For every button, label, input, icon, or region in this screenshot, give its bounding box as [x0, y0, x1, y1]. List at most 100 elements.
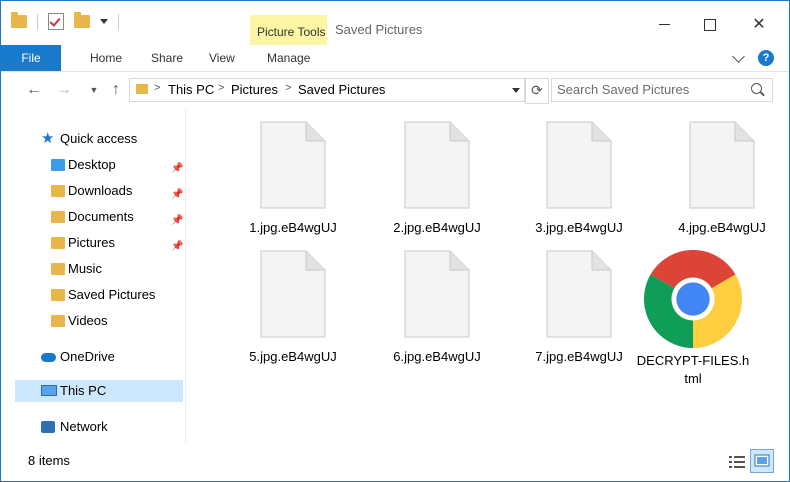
blank-file-icon [404, 121, 470, 209]
customize-toolbar-chevron-icon[interactable] [100, 19, 108, 24]
large-icons-view-icon [754, 454, 770, 467]
folder-blue-icon [51, 159, 65, 171]
pin-icon: 📌 [171, 241, 184, 252]
breadcrumb-saved-pictures[interactable]: Saved Pictures [298, 82, 385, 97]
pin-icon: 📌 [171, 163, 184, 174]
breadcrumb-separator[interactable]: > [154, 82, 160, 94]
navigation-pane: ★ Quick access Desktop 📌 Downloads 📌 Doc… [1, 109, 186, 444]
maximize-button[interactable] [687, 11, 733, 39]
blank-file-icon [546, 121, 612, 209]
file-item[interactable]: 2.jpg.eB4wgUJ [373, 121, 501, 237]
sidebar-item-saved-pictures[interactable]: Saved Pictures [1, 284, 185, 306]
picture-tools-label: Picture Tools [257, 25, 326, 39]
details-view-icon [729, 456, 745, 468]
up-button[interactable]: ↑ [105, 79, 127, 101]
tab-view[interactable]: View [209, 45, 235, 71]
sidebar-item-label: Documents [68, 209, 134, 224]
sidebar-item-label: Videos [68, 313, 108, 328]
arrow-right-icon: → [56, 81, 72, 98]
quick-access-toolbar [11, 12, 119, 30]
expand-ribbon-chevron-icon[interactable] [732, 50, 745, 63]
chevron-down-icon: ▼ [89, 85, 99, 95]
file-item[interactable]: 1.jpg.eB4wgUJ [229, 121, 357, 237]
details-view-button[interactable] [727, 453, 747, 471]
pin-icon: 📌 [171, 215, 184, 226]
search-box[interactable] [551, 78, 773, 102]
sidebar-item-videos[interactable]: Videos [1, 310, 185, 332]
blank-file-icon [260, 121, 326, 209]
arrow-left-icon: ← [26, 81, 42, 98]
address-history-chevron-icon[interactable] [512, 88, 520, 93]
breadcrumb-separator[interactable]: > [285, 82, 291, 94]
address-row: ← → ▼ ↑ > This PC > Pictures > Saved Pic… [1, 72, 789, 108]
title-bar: Picture Tools Saved Pictures ✕ [1, 1, 789, 45]
minimize-icon [658, 24, 670, 26]
refresh-icon: ⟳ [531, 82, 543, 98]
file-item[interactable]: 6.jpg.eB4wgUJ [373, 250, 501, 366]
search-icon [751, 83, 762, 94]
file-name: 2.jpg.eB4wgUJ [393, 220, 481, 235]
breadcrumb-pictures[interactable]: Pictures [231, 82, 278, 97]
minimize-button[interactable] [641, 11, 687, 39]
sidebar-item-label: This PC [60, 383, 107, 398]
sidebar-item-label: Music [68, 261, 102, 276]
sidebar-item-desktop[interactable]: Desktop 📌 [1, 154, 185, 176]
sidebar-item-music[interactable]: Music [1, 258, 185, 280]
sidebar-item-label: Pictures [68, 235, 115, 250]
tab-manage[interactable]: Manage [267, 45, 310, 71]
recent-locations-button[interactable]: ▼ [83, 79, 105, 101]
ribbon-tabs: File Home Share View Manage ? [1, 45, 789, 72]
large-icons-view-button[interactable] [750, 449, 774, 473]
folder-icon [136, 84, 148, 94]
help-icon[interactable]: ? [758, 50, 774, 66]
forward-button[interactable]: → [53, 79, 75, 101]
breadcrumb-separator[interactable]: > [218, 82, 224, 94]
blank-file-icon [689, 121, 755, 209]
refresh-button[interactable]: ⟳ [525, 78, 549, 104]
breadcrumb-this-pc[interactable]: This PC [168, 82, 214, 97]
file-item[interactable]: 5.jpg.eB4wgUJ [229, 250, 357, 366]
file-item[interactable]: 3.jpg.eB4wgUJ [515, 121, 643, 237]
music-folder-icon [51, 263, 65, 275]
file-list: 1.jpg.eB4wgUJ 2.jpg.eB4wgUJ 3.jpg.eB4wgU… [187, 109, 789, 444]
blank-file-icon [546, 250, 612, 338]
sidebar-item-label: Downloads [68, 183, 133, 198]
star-icon: ★ [41, 130, 55, 147]
blank-file-icon [404, 250, 470, 338]
close-button[interactable]: ✕ [736, 11, 782, 39]
sidebar-item-pictures[interactable]: Pictures 📌 [1, 232, 185, 254]
file-item[interactable]: 7.jpg.eB4wgUJ [515, 250, 643, 366]
sidebar-item-label: Network [60, 419, 108, 434]
sidebar-item-downloads[interactable]: Downloads 📌 [1, 180, 185, 202]
file-name: 5.jpg.eB4wgUJ [249, 349, 337, 364]
status-bar: 8 items [1, 447, 789, 481]
folder-icon [51, 289, 65, 301]
sidebar-item-onedrive[interactable]: OneDrive [1, 346, 185, 368]
sidebar-item-label: Quick access [60, 131, 138, 146]
documents-folder-icon [51, 211, 65, 223]
file-name: 1.jpg.eB4wgUJ [249, 220, 337, 235]
sidebar-item-quick-access[interactable]: ★ Quick access [1, 128, 185, 150]
new-folder-icon[interactable] [74, 12, 90, 28]
tab-share[interactable]: Share [151, 45, 183, 71]
address-bar[interactable]: > This PC > Pictures > Saved Pictures [129, 78, 525, 102]
properties-icon[interactable] [48, 13, 64, 30]
sidebar-item-documents[interactable]: Documents 📌 [1, 206, 185, 228]
tab-file[interactable]: File [1, 45, 61, 71]
folder-icon[interactable] [11, 12, 27, 28]
tab-home[interactable]: Home [90, 45, 122, 71]
computer-icon [41, 385, 57, 396]
file-name: 3.jpg.eB4wgUJ [535, 220, 623, 235]
sidebar-item-this-pc[interactable]: This PC [15, 380, 183, 402]
close-icon: ✕ [752, 16, 766, 33]
chrome-icon [644, 250, 742, 348]
file-item[interactable]: 4.jpg.eB4wgUJ [658, 121, 786, 237]
search-input[interactable] [557, 82, 737, 97]
pictures-folder-icon [51, 237, 65, 249]
file-item[interactable]: DECRYPT-FILES.html [629, 250, 757, 388]
back-button[interactable]: ← [23, 79, 45, 101]
sidebar-item-network[interactable]: Network [1, 416, 185, 438]
file-name: DECRYPT-FILES.html [636, 353, 750, 386]
file-name: 7.jpg.eB4wgUJ [535, 349, 623, 364]
sidebar-item-label: Saved Pictures [68, 287, 156, 302]
